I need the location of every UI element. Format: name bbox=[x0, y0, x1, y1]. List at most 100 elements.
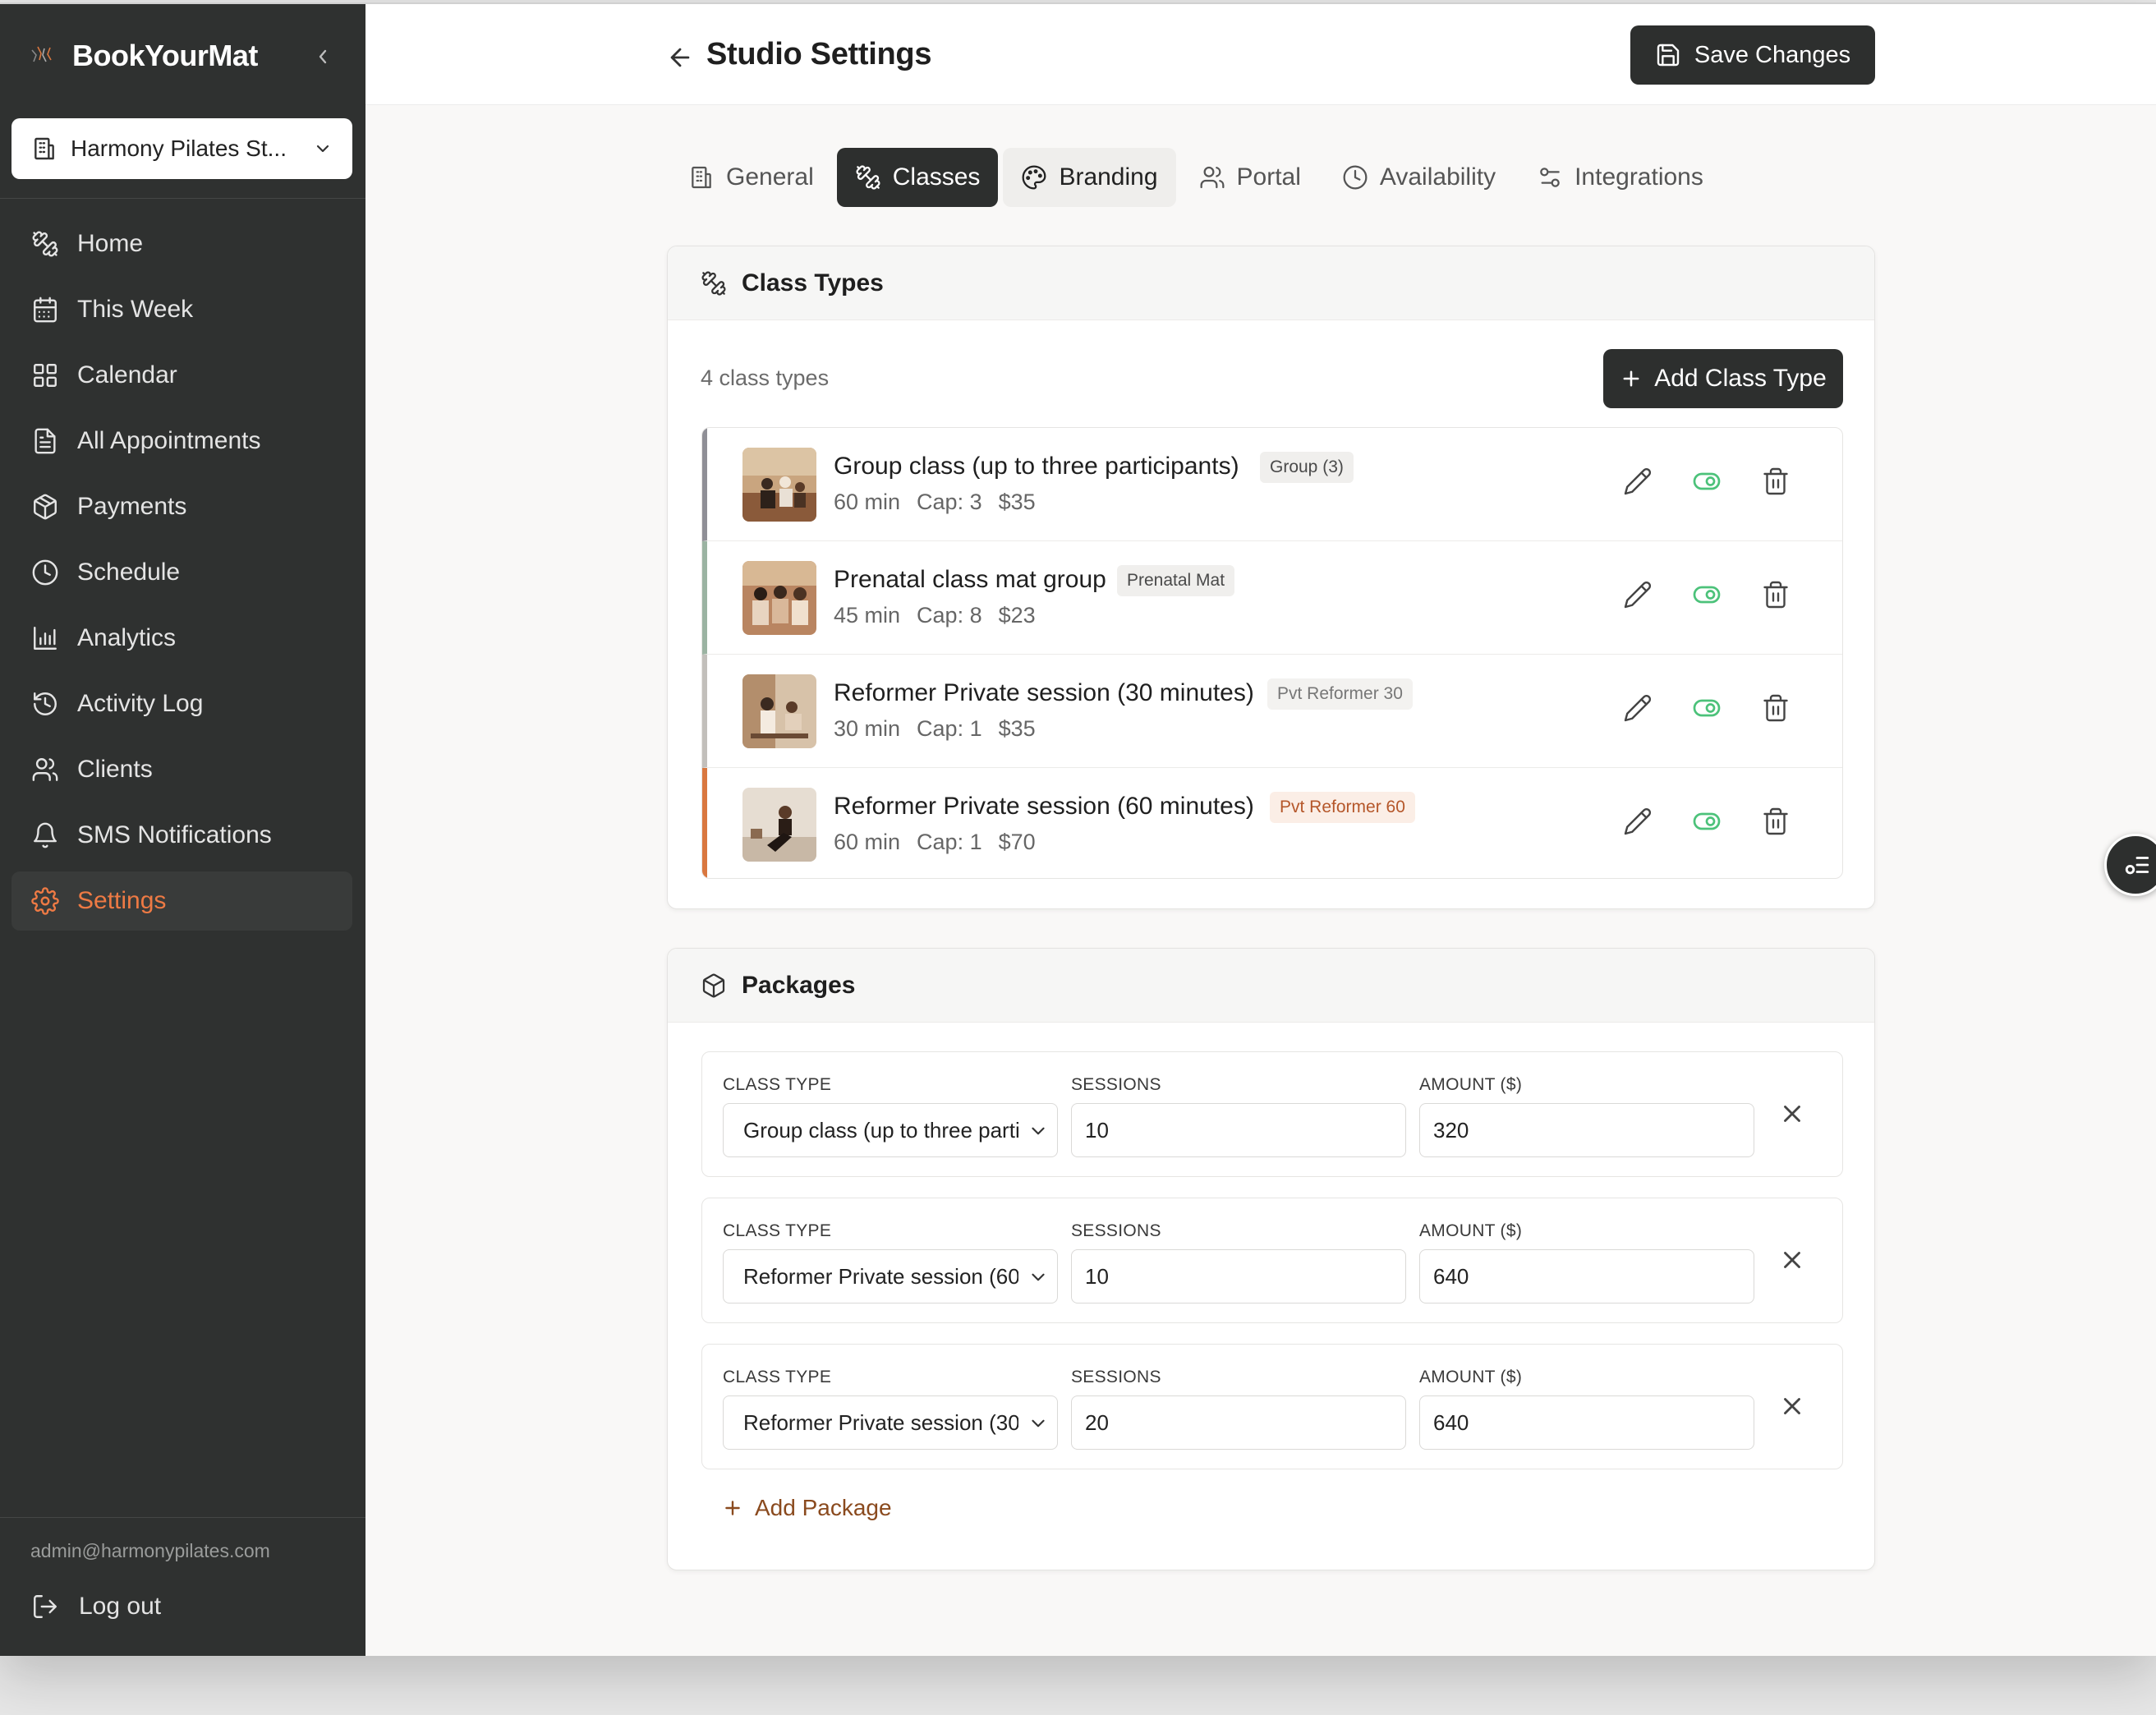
sidebar-item-label: Analytics bbox=[77, 624, 177, 651]
sidebar-item-label: Schedule bbox=[77, 559, 181, 586]
tab-classes[interactable]: Classes bbox=[836, 148, 999, 207]
pencil-icon[interactable] bbox=[1623, 807, 1653, 836]
sidebar-item-schedule[interactable]: Schedule bbox=[11, 543, 352, 602]
top-bar: Studio Settings Save Changes bbox=[365, 4, 2156, 105]
trash-icon[interactable] bbox=[1761, 807, 1791, 836]
class-capacity: Cap: 1 bbox=[917, 716, 982, 741]
trash-icon[interactable] bbox=[1761, 467, 1791, 496]
class-type-select[interactable]: Reformer Private session (30 minutes) bbox=[723, 1395, 1058, 1450]
building-icon bbox=[692, 166, 711, 189]
add-class-type-button[interactable]: Add Class Type bbox=[1603, 349, 1843, 408]
chevron-down-icon bbox=[1032, 1273, 1045, 1281]
class-type-meta: 30 min Cap: 1 $35 bbox=[834, 716, 1052, 742]
close-icon[interactable] bbox=[1778, 1392, 1806, 1420]
chevron-left-icon bbox=[319, 49, 327, 64]
class-type-meta: 60 min Cap: 3 $35 bbox=[834, 490, 1052, 515]
sidebar-item-clients[interactable]: Clients bbox=[11, 740, 352, 799]
class-duration: 60 min bbox=[834, 830, 901, 854]
class-type-value: Reformer Private session (60 minutes) bbox=[743, 1263, 1018, 1289]
tab-availability[interactable]: Availability bbox=[1324, 148, 1514, 207]
class-type-row: Group class (up to three participants) G… bbox=[702, 428, 1842, 541]
close-icon[interactable] bbox=[1778, 1100, 1806, 1128]
packages-card: Packages CLASS TYPE SESSIONS AMOUNT ($) … bbox=[667, 948, 1875, 1570]
save-changes-button[interactable]: Save Changes bbox=[1630, 25, 1875, 85]
tab-integrations[interactable]: Integrations bbox=[1519, 148, 1722, 207]
toggle-eye-icon[interactable] bbox=[1692, 693, 1722, 723]
sidebar-divider bbox=[0, 1517, 365, 1518]
sidebar-item-settings[interactable]: Settings bbox=[11, 871, 352, 931]
packages-title: Packages bbox=[742, 971, 856, 999]
clock-icon bbox=[32, 559, 58, 586]
class-types-card: Class Types 4 class types Add Class Type… bbox=[667, 246, 1875, 909]
sidebar-item-all-appointments[interactable]: All Appointments bbox=[11, 412, 352, 471]
class-types-header: Class Types bbox=[668, 246, 1874, 320]
amount-label: AMOUNT ($) bbox=[1419, 1368, 1523, 1386]
toggle-eye-icon[interactable] bbox=[1692, 467, 1722, 496]
sessions-input[interactable]: 10 bbox=[1071, 1249, 1406, 1303]
tab-portal[interactable]: Portal bbox=[1181, 148, 1319, 207]
class-type-name: Group class (up to three participants) bbox=[834, 453, 1239, 480]
class-row-actions bbox=[1623, 580, 1791, 609]
pencil-icon[interactable] bbox=[1623, 693, 1653, 723]
sessions-input[interactable]: 10 bbox=[1071, 1103, 1406, 1157]
floating-help-button[interactable] bbox=[2104, 834, 2156, 896]
amount-input[interactable]: 320 bbox=[1419, 1103, 1754, 1157]
class-type-meta: 45 min Cap: 8 $23 bbox=[834, 603, 1052, 628]
pencil-icon[interactable] bbox=[1623, 580, 1653, 609]
class-type-name: Prenatal class mat group bbox=[834, 566, 1106, 593]
class-thumbnail bbox=[742, 561, 816, 635]
sessions-input[interactable]: 20 bbox=[1071, 1395, 1406, 1450]
sidebar-item-label: SMS Notifications bbox=[77, 821, 272, 848]
sidebar-item-analytics[interactable]: Analytics bbox=[11, 609, 352, 668]
logout-button[interactable]: Log out bbox=[31, 1593, 161, 1621]
add-package-button[interactable]: Add Package bbox=[722, 1495, 892, 1521]
document-icon bbox=[34, 428, 56, 454]
users-icon bbox=[32, 758, 58, 781]
box-icon bbox=[702, 973, 725, 997]
toggle-eye-icon[interactable] bbox=[1692, 580, 1722, 609]
class-type-list: Group class (up to three participants) G… bbox=[701, 427, 1843, 879]
settings-tabs: General Classes Branding Portal Availabi… bbox=[670, 148, 1722, 207]
sidebar-item-activity-log[interactable]: Activity Log bbox=[11, 674, 352, 733]
trash-icon[interactable] bbox=[1761, 693, 1791, 723]
class-row-actions bbox=[1623, 807, 1791, 836]
class-type-select[interactable]: Group class (up to three participants) bbox=[723, 1103, 1058, 1157]
trash-icon[interactable] bbox=[1761, 580, 1791, 609]
sidebar-item-this-week[interactable]: This Week bbox=[11, 280, 352, 339]
class-type-row: Reformer Private session (60 minutes) Pv… bbox=[702, 768, 1842, 878]
arrow-left-icon[interactable] bbox=[666, 44, 694, 71]
collapse-sidebar-button[interactable] bbox=[310, 42, 335, 71]
logo-icon bbox=[31, 46, 52, 62]
studio-name: Harmony Pilates St... bbox=[71, 136, 287, 161]
sidebar-item-sms-notifications[interactable]: SMS Notifications bbox=[11, 806, 352, 865]
sidebar-item-payments[interactable]: Payments bbox=[11, 477, 352, 536]
class-duration: 60 min bbox=[834, 490, 901, 514]
pencil-icon[interactable] bbox=[1623, 467, 1653, 496]
class-type-label: CLASS TYPE bbox=[723, 1075, 832, 1094]
package-row: CLASS TYPE SESSIONS AMOUNT ($) Reformer … bbox=[701, 1344, 1843, 1469]
class-type-select[interactable]: Reformer Private session (60 minutes) bbox=[723, 1249, 1058, 1303]
sidebar-item-home[interactable]: Home bbox=[11, 214, 352, 274]
add-package-label: Add Package bbox=[755, 1495, 892, 1520]
tab-label: Branding bbox=[1059, 163, 1158, 191]
dumbbell-icon bbox=[856, 165, 880, 190]
tab-label: Portal bbox=[1236, 163, 1301, 191]
user-email: admin@harmonypilates.com bbox=[30, 1540, 270, 1561]
tab-label: Integrations bbox=[1574, 163, 1703, 191]
chevron-down-icon bbox=[316, 145, 329, 153]
gear-icon bbox=[31, 887, 59, 915]
sessions-label: SESSIONS bbox=[1071, 1368, 1161, 1386]
amount-input[interactable]: 640 bbox=[1419, 1395, 1754, 1450]
toggle-eye-icon[interactable] bbox=[1692, 807, 1722, 836]
class-type-meta: 60 min Cap: 1 $70 bbox=[834, 830, 1052, 855]
studio-selector[interactable]: Harmony Pilates St... bbox=[11, 118, 352, 179]
page-title: Studio Settings bbox=[706, 37, 932, 71]
sidebar-item-label: Home bbox=[77, 230, 144, 257]
tab-branding[interactable]: Branding bbox=[1003, 148, 1176, 207]
tab-general[interactable]: General bbox=[670, 148, 832, 207]
close-icon[interactable] bbox=[1778, 1246, 1806, 1274]
bell-icon bbox=[34, 822, 57, 848]
list-icon bbox=[2125, 857, 2149, 875]
amount-input[interactable]: 640 bbox=[1419, 1249, 1754, 1303]
sidebar-item-calendar[interactable]: Calendar bbox=[11, 346, 352, 405]
